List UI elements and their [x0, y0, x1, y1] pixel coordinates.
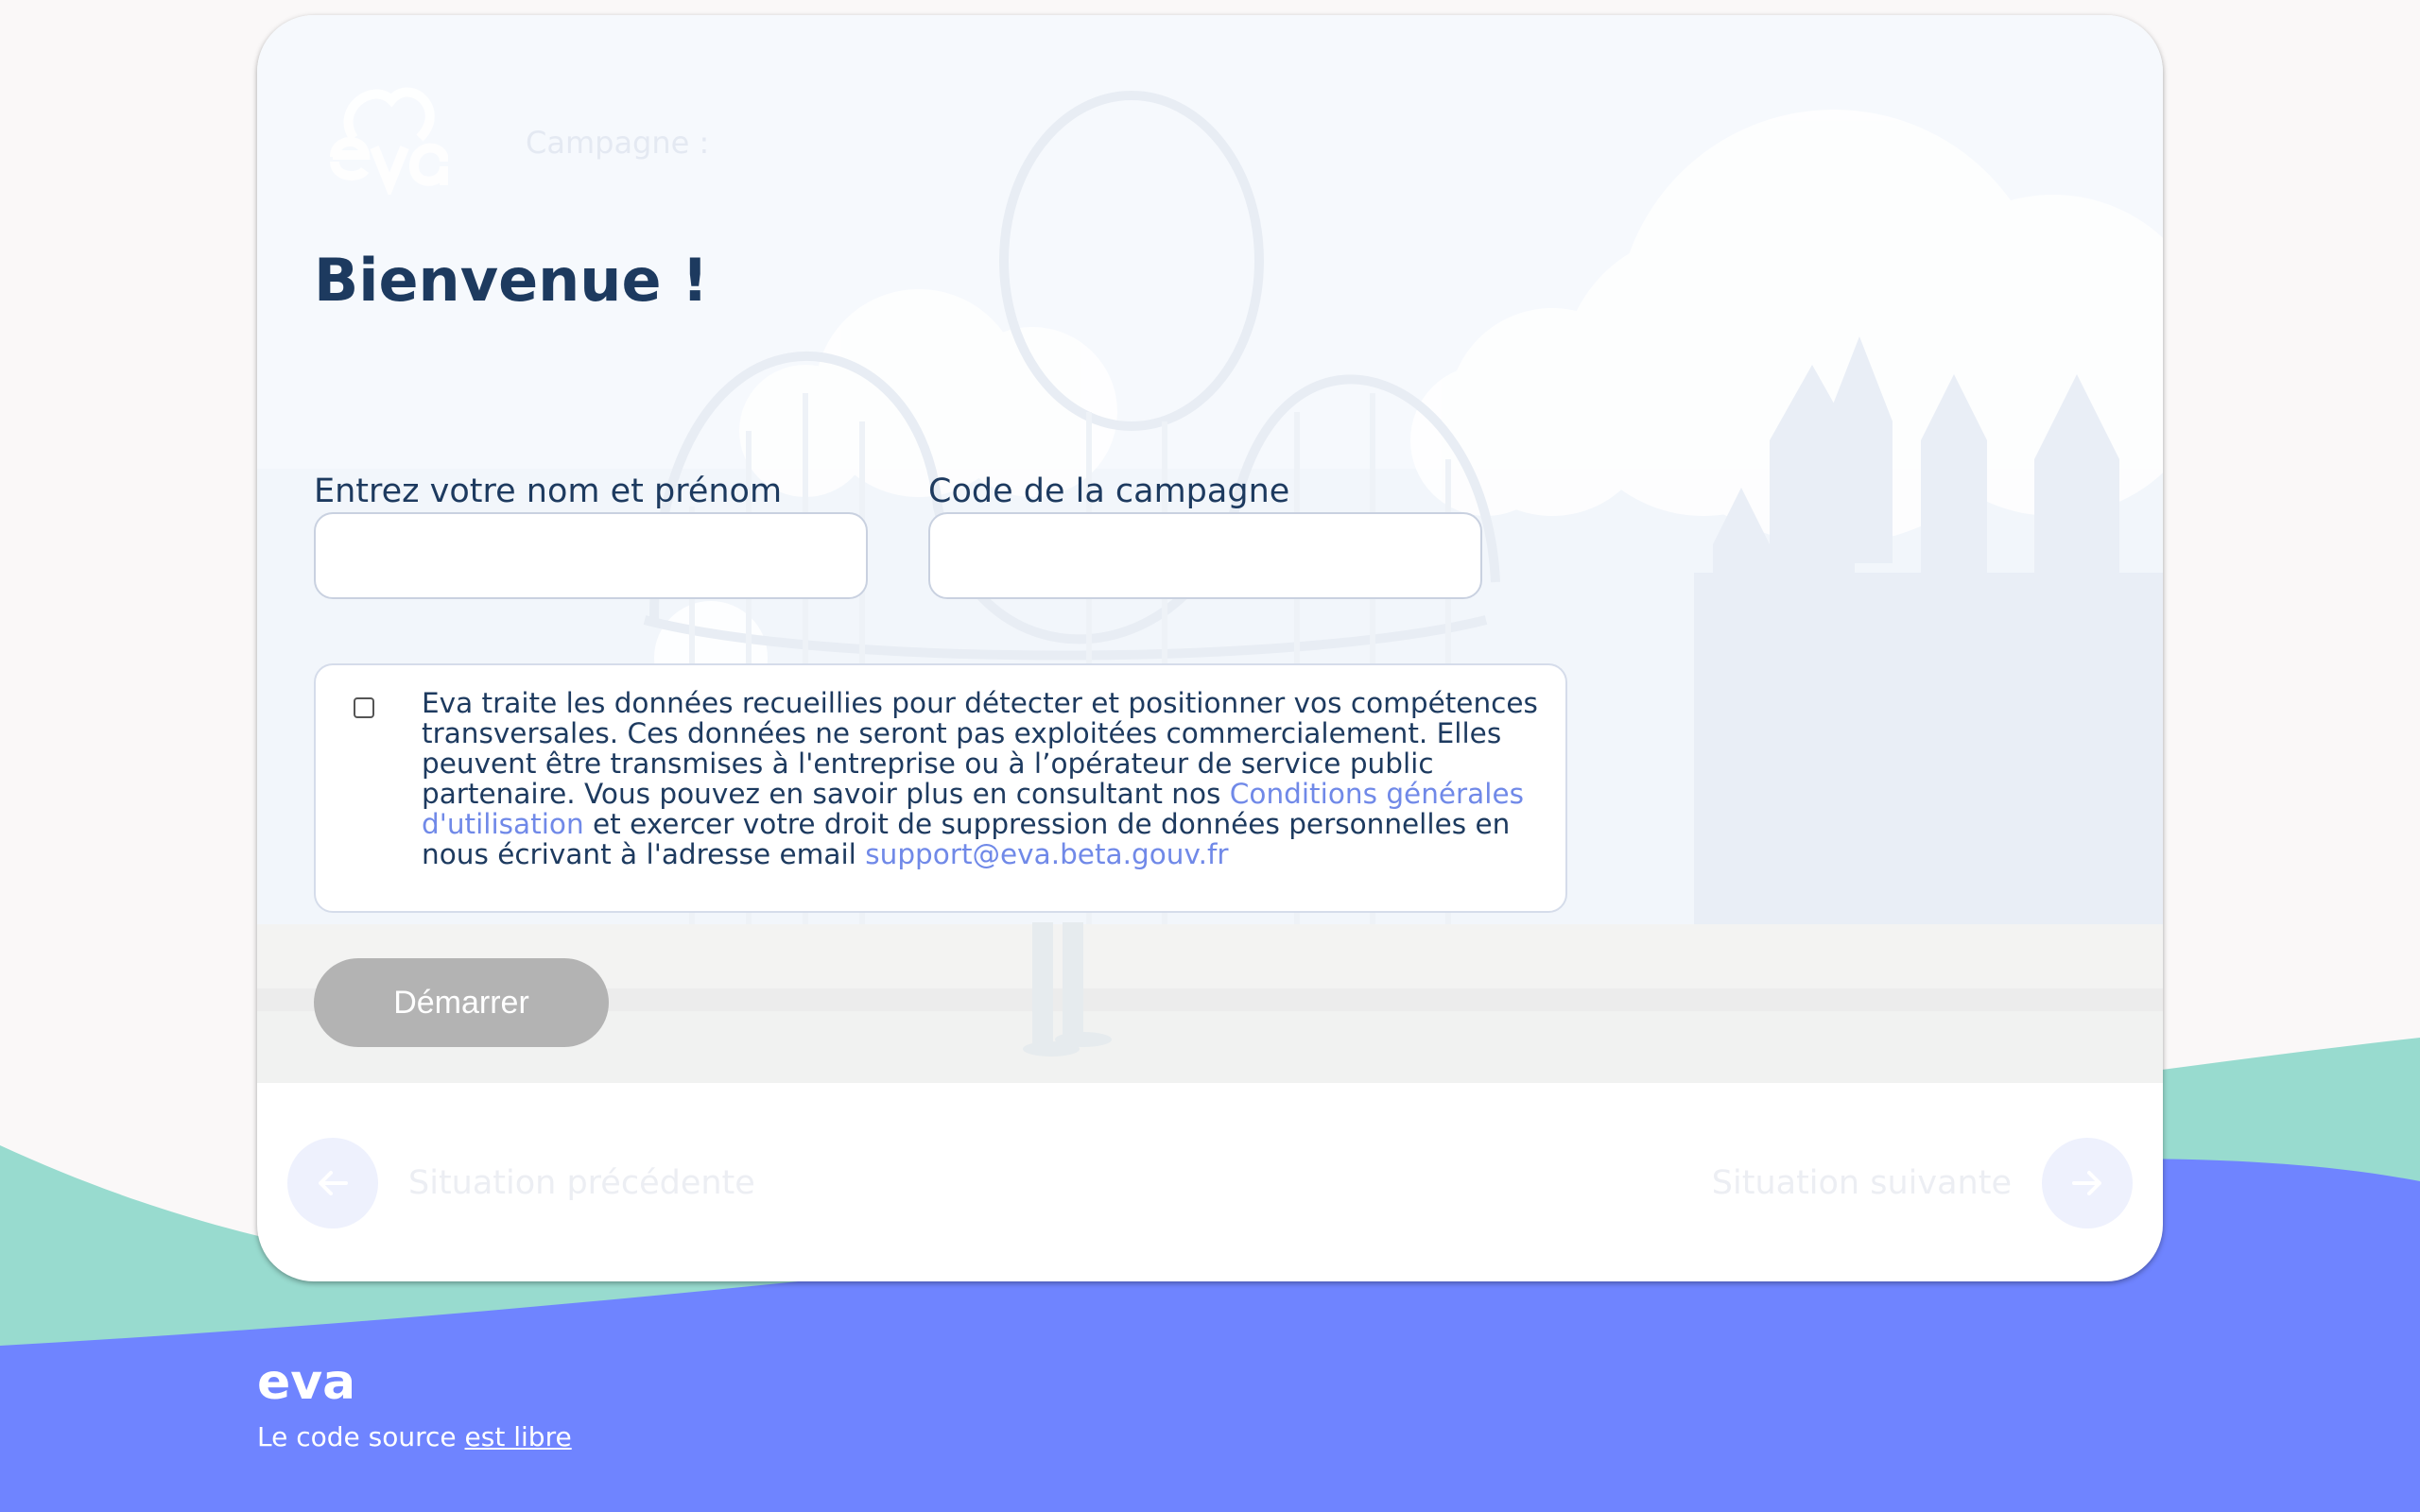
support-email-link[interactable]: support@eva.beta.gouv.fr: [865, 838, 1228, 870]
campaign-code-input[interactable]: [928, 512, 1482, 599]
name-field-label: Entrez votre nom et prénom: [314, 472, 783, 510]
welcome-card: Campagne : Bienvenue ! Entrez votre nom …: [257, 15, 2163, 1281]
name-input[interactable]: [314, 512, 868, 599]
arrow-right-icon: [2042, 1138, 2133, 1228]
previous-situation-nav[interactable]: Situation précédente: [287, 1138, 755, 1228]
source-code-link[interactable]: est libre: [465, 1421, 572, 1452]
footer-logo-text: eva: [257, 1357, 352, 1406]
consent-text: Eva traite les données recueillies pour …: [422, 688, 1547, 869]
campaign-header-label: Campagne :: [526, 125, 710, 161]
arrow-left-icon: [287, 1138, 378, 1228]
consent-box: Eva traite les données recueillies pour …: [314, 663, 1567, 913]
next-situation-label: Situation suivante: [1711, 1164, 2012, 1202]
start-button[interactable]: Démarrer: [314, 958, 609, 1047]
footer-eva-logo: eva: [257, 1357, 352, 1406]
next-situation-nav[interactable]: Situation suivante: [1712, 1138, 2133, 1228]
footer-source-text: Le code source est libre: [257, 1421, 572, 1452]
campaign-code-label: Code de la campagne: [928, 472, 1290, 510]
consent-checkbox[interactable]: [354, 697, 374, 718]
page-title: Bienvenue !: [314, 246, 709, 315]
previous-situation-label: Situation précédente: [408, 1164, 755, 1202]
eva-logo-icon: [330, 87, 448, 195]
footer-source-label: Le code source: [257, 1421, 465, 1452]
